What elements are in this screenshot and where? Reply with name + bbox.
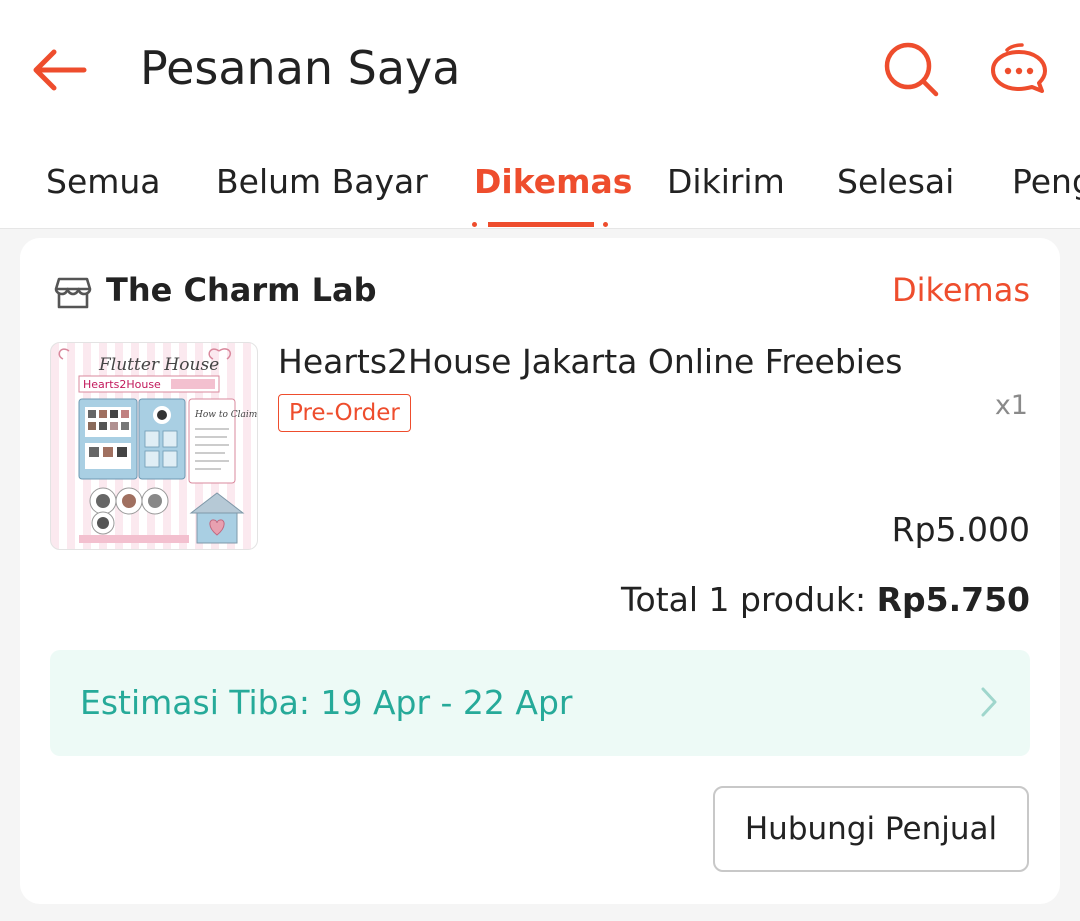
product-name[interactable]: Hearts2House Jakarta Online Freebies bbox=[278, 340, 1018, 384]
product-quantity: x1 bbox=[994, 390, 1028, 421]
app-header: Pesanan Saya bbox=[0, 0, 1080, 140]
chat-icon bbox=[991, 43, 1047, 93]
order-total-label: Total 1 produk: bbox=[620, 580, 867, 619]
store-icon bbox=[54, 277, 92, 309]
order-total-amount: Rp5.750 bbox=[876, 580, 1030, 619]
order-status-tabs: Semua Belum Bayar Dikemas Dikirim Selesa… bbox=[0, 140, 1080, 229]
tab-pengembalian[interactable]: Pengembalian bbox=[1012, 140, 1080, 228]
product-thumbnail[interactable]: Flutter House Hearts2House How to Claim? bbox=[50, 342, 258, 550]
contact-seller-button[interactable]: Hubungi Penjual bbox=[713, 786, 1029, 872]
tab-dikemas[interactable]: Dikemas bbox=[474, 140, 632, 228]
order-card[interactable]: The Charm Lab Dikemas Flutter House Hear… bbox=[20, 238, 1060, 904]
tab-semua[interactable]: Semua bbox=[46, 140, 161, 228]
page-title: Pesanan Saya bbox=[140, 41, 461, 95]
search-button[interactable] bbox=[876, 38, 948, 102]
search-icon bbox=[884, 42, 939, 97]
product-image: Flutter House Hearts2House How to Claim? bbox=[58, 348, 257, 544]
arrow-left-icon bbox=[33, 49, 87, 91]
back-button[interactable] bbox=[28, 40, 92, 100]
preorder-badge: Pre-Order bbox=[278, 394, 411, 432]
product-image-side-text: How to Claim? bbox=[194, 410, 257, 420]
active-tab-indicator bbox=[488, 222, 594, 227]
tab-belum-bayar[interactable]: Belum Bayar bbox=[216, 140, 428, 228]
tab-indicator-dot bbox=[603, 222, 608, 227]
tab-selesai[interactable]: Selesai bbox=[837, 140, 954, 228]
chat-button[interactable] bbox=[984, 38, 1056, 102]
delivery-estimate-row[interactable]: Estimasi Tiba: 19 Apr - 22 Apr bbox=[50, 650, 1030, 756]
order-status-label: Dikemas bbox=[891, 271, 1030, 309]
shop-name[interactable]: The Charm Lab bbox=[106, 268, 376, 312]
tab-indicator-dot bbox=[472, 222, 477, 227]
product-image-title: Flutter House bbox=[98, 355, 219, 375]
product-price: Rp5.000 bbox=[891, 510, 1030, 549]
order-total: Total 1 produk: Rp5.750 bbox=[621, 578, 1030, 622]
product-image-subtitle: Hearts2House bbox=[83, 378, 161, 391]
tab-dikirim[interactable]: Dikirim bbox=[667, 140, 785, 228]
chevron-right-icon bbox=[981, 687, 997, 717]
delivery-estimate-text: Estimasi Tiba: 19 Apr - 22 Apr bbox=[80, 683, 573, 722]
